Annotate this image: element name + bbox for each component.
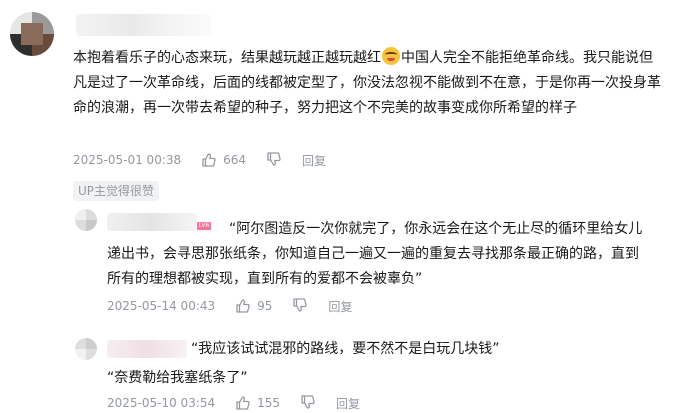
reply-reply-button[interactable]: 回复 <box>328 298 352 315</box>
reply-dislike-button[interactable] <box>300 394 316 413</box>
reply-dislike-button[interactable] <box>292 297 308 316</box>
laughing-tears-emoji <box>382 47 400 65</box>
thumbs-down-icon <box>267 151 281 166</box>
reply-avatar[interactable] <box>75 209 97 231</box>
reply-text: “阿尔图造反一次你就完了，你永远会在这个无止尽的循环里给女儿递出书，会寻思那张纸… <box>107 221 643 287</box>
reply-time: 2025-05-10 03:54 <box>107 396 216 410</box>
thumbs-up-icon <box>236 396 250 410</box>
reply-like-button[interactable]: 95 <box>235 298 292 314</box>
comment-like-count: 664 <box>223 153 247 167</box>
comment-text: 本抱着看乐子的心态来玩，结果越玩越正越玩越红 中国人完全不能拒绝革命线。我只能说但… <box>73 46 663 121</box>
reply-like-button[interactable]: 155 <box>235 395 300 411</box>
thumbs-up-icon <box>202 153 216 167</box>
reply-meta: 2025-05-10 03:54 155 回复 <box>107 394 360 412</box>
thumbs-down-icon <box>301 394 315 409</box>
comment-dislike-button[interactable] <box>266 151 282 170</box>
comment-text-part1: 本抱着看乐子的心态来玩，结果越玩越正越玩越红 <box>73 50 381 66</box>
comment-meta: 2025-05-01 00:38 664 回复 <box>73 150 326 170</box>
comment-username[interactable] <box>76 14 211 36</box>
reply-text-line1: “我应该试试混邪的路线，要不然不是白玩几块钱” <box>191 341 500 357</box>
up-liked-tag: UP主觉得很赞 <box>73 181 160 201</box>
reply-meta: 2025-05-14 00:43 95 回复 <box>107 296 352 316</box>
reply-time: 2025-05-14 00:43 <box>107 299 216 313</box>
reply-like-count: 95 <box>257 299 273 313</box>
reply-like-count: 155 <box>257 396 281 410</box>
comment-like-button[interactable]: 664 <box>201 152 266 168</box>
thumbs-down-icon <box>293 297 308 312</box>
comment-avatar[interactable] <box>10 12 54 56</box>
reply-reply-button[interactable]: 回复 <box>336 395 360 412</box>
reply-text-line2: “奈费勒给我塞纸条了” <box>107 370 248 386</box>
reply-avatar[interactable] <box>75 338 97 360</box>
comment-time: 2025-05-01 00:38 <box>73 153 182 167</box>
thumbs-up-icon <box>236 299 250 313</box>
reply-username[interactable] <box>107 340 187 358</box>
comment-reply-button[interactable]: 回复 <box>302 152 326 169</box>
